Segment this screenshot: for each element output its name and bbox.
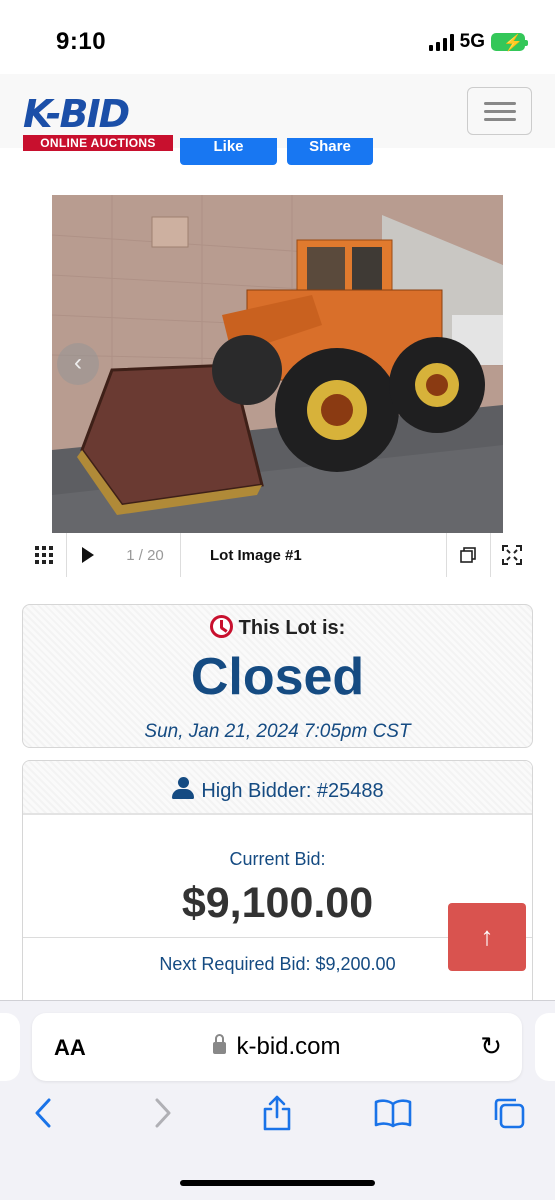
lot-image[interactable] [52,195,503,533]
fullscreen-icon[interactable] [490,533,533,577]
back-button[interactable] [18,1088,68,1138]
closing-datetime: Sun, Jan 21, 2024 7:05pm CST [144,721,411,742]
logo-tagline: ONLINE AUCTIONS [23,135,173,151]
clock-icon [209,615,233,638]
site-header: K-BID ONLINE AUCTIONS [0,74,555,151]
lock-icon [213,1034,227,1054]
scroll-to-top-button[interactable]: ↑ [448,903,526,971]
hamburger-menu-button[interactable] [467,87,532,135]
cellular-signal-icon [428,33,454,51]
image-counter: 1 / 20 [126,546,164,564]
bid-panel: High Bidder: #25488 Current Bid: $9,100.… [22,760,533,1020]
bookmarks-icon[interactable] [368,1088,418,1138]
lot-status-panel: This Lot is: Closed Sun, Jan 21, 2024 7:… [22,604,533,748]
previous-image-button[interactable]: ‹ [57,343,99,385]
logo-wordmark: K-BID [23,92,130,136]
status-indicators: 5G ⚡ [428,31,528,53]
network-type: 5G [459,31,485,52]
lot-status-label: This Lot is: [238,617,346,639]
share-label: Share [309,138,351,155]
high-bidder: High Bidder: #25488 [201,780,384,802]
external-window-icon[interactable] [446,533,490,577]
like-label: Like [213,138,244,155]
url-text: k-bid.com [236,1033,341,1060]
battery-charging-icon: ⚡ [491,33,528,52]
address-bar[interactable]: AA k-bid.com ↻ [32,1013,522,1081]
thumbnails-grid-icon[interactable] [22,533,66,577]
status-time: 9:10 [56,28,107,55]
next-tab-peek[interactable] [535,1013,555,1081]
lot-status-value: Closed [190,648,365,706]
gallery-toolbar: 1 / 20 Lot Image #1 [22,533,533,577]
user-icon [171,777,195,799]
kbid-logo[interactable]: K-BID ONLINE AUCTIONS [23,94,175,154]
wheel-loader-photo [52,195,503,533]
forward-button[interactable] [138,1088,188,1138]
previous-tab-peek[interactable] [0,1013,20,1081]
facebook-like-button[interactable]: Like [180,138,277,165]
arrow-up-icon: ↑ [480,921,494,951]
share-icon[interactable] [252,1088,302,1138]
page: 9:10 5G ⚡ K-BID ONLINE AUCTIONS Like Sha… [0,0,555,1200]
tabs-icon[interactable] [484,1088,534,1138]
status-bar: 9:10 5G ⚡ [0,0,555,74]
chevron-left-icon: ‹ [74,349,82,376]
facebook-share-button[interactable]: Share [287,138,373,165]
reload-icon[interactable]: ↻ [480,1031,502,1062]
home-indicator [180,1180,375,1186]
current-bid-label: Current Bid: [229,849,326,869]
play-slideshow-icon[interactable] [66,533,110,577]
image-title: Lot Image #1 [210,546,302,564]
